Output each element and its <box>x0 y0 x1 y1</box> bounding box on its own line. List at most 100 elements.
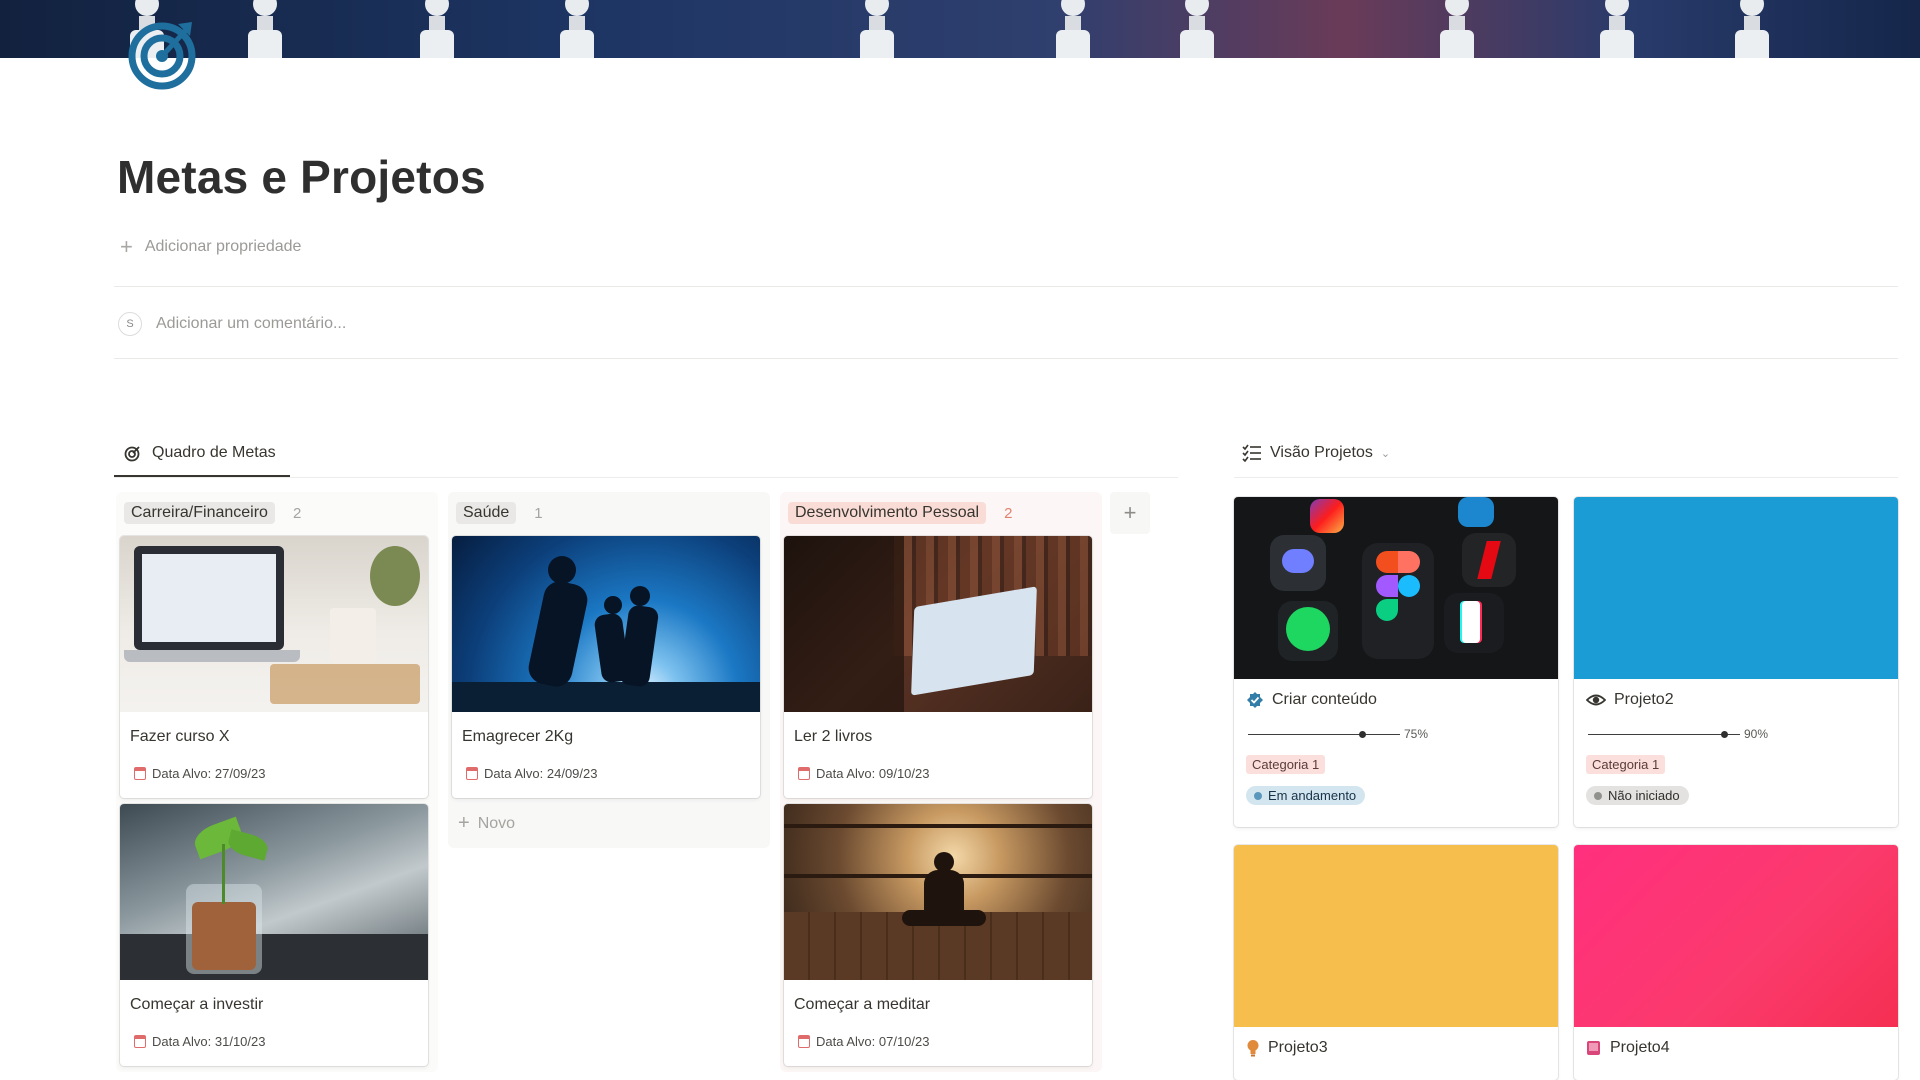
calendar-icon <box>134 767 146 780</box>
project-name-label: Projeto3 <box>1268 1039 1328 1056</box>
app-icons-image <box>1234 497 1558 679</box>
runners-image <box>452 536 760 712</box>
chess-pawn-image <box>1180 0 1214 58</box>
progress-bar: 75% <box>1248 727 1428 741</box>
card-date: Data Alvo: 09/10/23 <box>798 766 929 781</box>
project-name-label: Projeto4 <box>1610 1039 1670 1056</box>
book-icon <box>1587 1041 1600 1055</box>
meditation-image <box>784 804 1092 980</box>
tab-quadro-de-metas[interactable]: Quadro de Metas <box>124 444 276 462</box>
group-count: 1 <box>534 504 543 522</box>
new-card-label: Novo <box>477 814 516 832</box>
progress-track <box>1588 730 1740 738</box>
group-tag[interactable]: Carreira/Financeiro <box>124 502 275 524</box>
date-label: Data Alvo: 09/10/23 <box>816 766 930 781</box>
card-date: Data Alvo: 31/10/23 <box>134 1034 265 1049</box>
board-card[interactable]: Começar a investir Data Alvo: 31/10/23 <box>120 804 428 1066</box>
card-date: Data Alvo: 24/09/23 <box>466 766 597 781</box>
card-title: Ler 2 livros <box>794 728 873 745</box>
project-card[interactable]: Criar conteúdo 75% Categoria 1 Em andame… <box>1234 497 1558 827</box>
coins-plant-image <box>120 804 428 980</box>
project-name: Criar conteúdo <box>1246 691 1377 709</box>
page-cover[interactable] <box>0 0 1920 58</box>
status-badge: Em andamento <box>1246 786 1366 805</box>
project-card[interactable]: Projeto2 90% Categoria 1 Não iniciado <box>1574 497 1898 827</box>
divider <box>1234 477 1898 478</box>
category-tag: Categoria 1 <box>1246 755 1326 774</box>
card-title: Emagrecer 2Kg <box>462 728 574 745</box>
date-label: Data Alvo: 07/10/23 <box>816 1034 930 1049</box>
progress-marker <box>1358 730 1366 738</box>
project-cover <box>1234 845 1558 1027</box>
divider <box>114 286 1898 287</box>
page-title[interactable]: Metas e Projetos <box>117 150 486 204</box>
project-name: Projeto3 <box>1246 1039 1328 1057</box>
project-name-label: Criar conteúdo <box>1272 691 1377 708</box>
avatar: S <box>118 312 142 336</box>
progress-label: 75% <box>1404 727 1429 741</box>
chess-pawn-image <box>1600 0 1634 58</box>
reading-book-image <box>784 536 1092 712</box>
divider <box>114 477 1178 478</box>
date-label: Data Alvo: 27/09/23 <box>152 766 266 781</box>
verified-check-icon <box>1247 692 1263 708</box>
project-cover <box>1574 845 1898 1027</box>
progress-track <box>1248 730 1400 738</box>
comment-placeholder: Adicionar um comentário... <box>156 315 347 332</box>
group-count: 2 <box>1004 504 1013 522</box>
board-card[interactable]: Ler 2 livros Data Alvo: 09/10/23 <box>784 536 1092 798</box>
date-label: Data Alvo: 31/10/23 <box>152 1034 266 1049</box>
card-date: Data Alvo: 27/09/23 <box>134 766 265 781</box>
chess-pawn-image <box>860 0 894 58</box>
eye-icon <box>1586 694 1606 706</box>
group-tag[interactable]: Desenvolvimento Pessoal <box>788 502 987 524</box>
status-badge: Não iniciado <box>1586 786 1689 805</box>
status-label: Não iniciado <box>1608 788 1680 803</box>
calendar-icon <box>798 767 810 780</box>
laptop-desk-image <box>120 536 428 712</box>
card-title: Começar a meditar <box>794 996 931 1013</box>
board-card[interactable]: Começar a meditar Data Alvo: 07/10/23 <box>784 804 1092 1066</box>
plus-icon: + <box>120 234 133 259</box>
target-icon <box>124 446 140 462</box>
project-name: Projeto4 <box>1586 1039 1670 1057</box>
project-name-label: Projeto2 <box>1614 691 1674 708</box>
status-label: Em andamento <box>1268 788 1357 803</box>
board-card[interactable]: Emagrecer 2Kg Data Alvo: 24/09/23 <box>452 536 760 798</box>
category-tag: Categoria 1 <box>1586 755 1666 774</box>
plus-icon: + <box>458 812 470 834</box>
chess-pawn-image <box>1056 0 1090 58</box>
tab-label: Quadro de Metas <box>152 444 276 461</box>
progress-label: 90% <box>1744 727 1769 741</box>
progress-marker <box>1721 730 1729 738</box>
card-date: Data Alvo: 07/10/23 <box>798 1034 929 1049</box>
project-name: Projeto2 <box>1586 691 1674 709</box>
chevron-down-icon: ⌄ <box>1380 447 1391 460</box>
chess-pawn-image <box>1440 0 1474 58</box>
new-card-button[interactable]: + Novo <box>458 812 515 835</box>
add-property-button[interactable]: + Adicionar propriedade <box>120 236 301 258</box>
card-title: Começar a investir <box>130 996 264 1013</box>
divider <box>114 358 1898 359</box>
group-tag[interactable]: Saúde <box>456 502 517 524</box>
chess-pawn-image <box>560 0 594 58</box>
tab-visao-projetos[interactable]: Visão Projetos ⌄ <box>1242 444 1390 462</box>
project-card[interactable]: Projeto3 <box>1234 845 1558 1080</box>
project-cover <box>1574 497 1898 679</box>
target-icon[interactable] <box>126 16 202 92</box>
chess-pawn-image <box>1735 0 1769 58</box>
calendar-icon <box>798 1035 810 1048</box>
status-dot <box>1254 791 1262 800</box>
add-group-button[interactable]: + <box>1110 492 1150 534</box>
tab-label: Visão Projetos <box>1270 444 1373 461</box>
calendar-icon <box>466 767 478 780</box>
add-property-label: Adicionar propriedade <box>144 238 302 255</box>
chess-pawn-image <box>420 0 454 58</box>
board-card[interactable]: Fazer curso X Data Alvo: 27/09/23 <box>120 536 428 798</box>
lightbulb-icon <box>1247 1040 1259 1057</box>
progress-bar: 90% <box>1588 727 1768 741</box>
status-dot <box>1594 791 1602 800</box>
comment-input[interactable]: S Adicionar um comentário... <box>118 312 346 336</box>
calendar-icon <box>134 1035 146 1048</box>
project-card[interactable]: Projeto4 <box>1574 845 1898 1080</box>
